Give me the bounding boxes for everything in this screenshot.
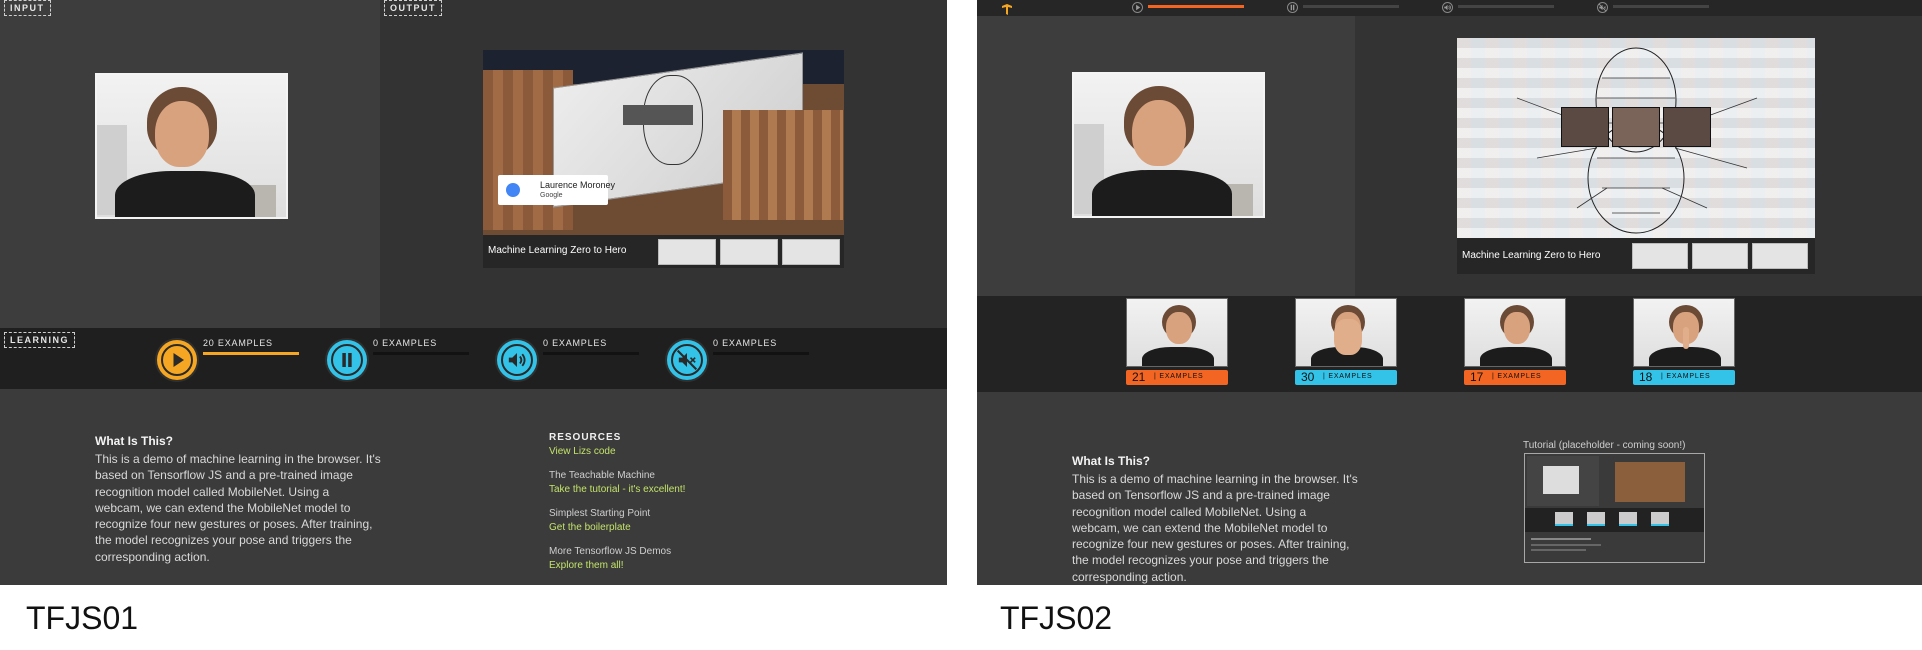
play-icon <box>161 344 193 376</box>
learning-tag: LEARNING <box>4 332 75 348</box>
example-count-badge: 30 | EXAMPLES <box>1295 370 1397 385</box>
play-icon[interactable] <box>1132 2 1143 13</box>
output-video: Laurence Moroney Google Machine Learning… <box>483 50 844 268</box>
example-count: 17 <box>1470 370 1484 384</box>
tfjs01-screenshot: INPUT OUTPUT Laurence Moroney Google Mac… <box>0 0 947 585</box>
video-thumb[interactable] <box>1692 243 1748 269</box>
input-tag: INPUT <box>4 0 51 16</box>
example-thumbnail <box>1633 298 1735 367</box>
output-video: Machine Learning Zero to Hero <box>1457 38 1815 274</box>
speaker-name: Laurence Moroney <box>540 180 616 190</box>
example-label: | EXAMPLES <box>1492 373 1542 380</box>
tensorflow-logo-icon <box>1001 2 1013 15</box>
example-count-badge: 17 | EXAMPLES <box>1464 370 1566 385</box>
speaker-org: Google <box>540 192 563 199</box>
example-card[interactable]: 18 | EXAMPLES <box>1633 298 1735 388</box>
top-control-strip <box>977 0 1922 16</box>
volume-button[interactable] <box>497 340 537 380</box>
examples-count-label: 0 EXAMPLES <box>373 338 438 348</box>
examples-strip: 21 | EXAMPLES 30 | EXAMPLES 17 | EXAMPLES 18 | … <box>977 296 1922 392</box>
progress-track <box>1613 5 1709 8</box>
video-title: Machine Learning Zero to Hero <box>1462 250 1601 261</box>
example-count-badge: 21 | EXAMPLES <box>1126 370 1228 385</box>
progress-fill <box>203 352 299 355</box>
examples-count-label: 0 EXAMPLES <box>543 338 608 348</box>
webcam-feed <box>1072 72 1265 218</box>
video-thumb[interactable] <box>720 239 778 265</box>
play-button[interactable] <box>157 340 197 380</box>
example-card[interactable]: 30 | EXAMPLES <box>1295 298 1397 388</box>
volume-icon <box>501 344 533 376</box>
volume-icon[interactable] <box>1442 2 1453 13</box>
resources-section: RESOURCES View Lizs code The Teachable M… <box>549 432 809 571</box>
example-thumbnail <box>1464 298 1566 367</box>
teachable-link[interactable]: Take the tutorial - it's excellent! <box>549 484 809 495</box>
what-description: This is a demo of machine learning in th… <box>1072 472 1358 584</box>
webcam-feed <box>95 73 288 219</box>
video-thumb[interactable] <box>1632 243 1688 269</box>
video-footer: Machine Learning Zero to Hero <box>483 235 844 268</box>
progress-track <box>713 352 809 355</box>
tutorial-label: Tutorial (placeholder - coming soon!) <box>1523 440 1686 451</box>
video-thumb[interactable] <box>1752 243 1808 269</box>
what-is-this-section: What Is This? This is a demo of machine … <box>95 434 425 565</box>
progress-track <box>1148 5 1244 8</box>
examples-count-label: 20 EXAMPLES <box>203 338 273 348</box>
example-thumbnail <box>1126 298 1228 367</box>
teachable-label: The Teachable Machine <box>549 470 655 481</box>
progress-track <box>373 352 469 355</box>
example-card[interactable]: 21 | EXAMPLES <box>1126 298 1228 388</box>
example-count: 21 <box>1132 370 1146 384</box>
example-label: | EXAMPLES <box>1323 373 1373 380</box>
caption-tfjs01: TFJS01 <box>26 600 139 636</box>
example-label: | EXAMPLES <box>1661 373 1711 380</box>
pause-icon[interactable] <box>1287 2 1298 13</box>
more-demos-label: More Tensorflow JS Demos <box>549 546 672 557</box>
example-count: 18 <box>1639 370 1653 384</box>
video-thumb[interactable] <box>658 239 716 265</box>
learning-bar: LEARNING 20 EXAMPLES 0 EXAMPLES 0 EXAMPLES… <box>0 328 947 389</box>
view-code-link[interactable]: View Lizs code <box>549 446 809 457</box>
video-footer: Machine Learning Zero to Hero <box>1457 238 1815 274</box>
what-heading: What Is This? <box>95 434 173 448</box>
example-label: | EXAMPLES <box>1154 373 1204 380</box>
boilerplate-link[interactable]: Get the boilerplate <box>549 522 809 533</box>
mute-button[interactable] <box>667 340 707 380</box>
resources-heading: RESOURCES <box>549 432 622 443</box>
example-count: 30 <box>1301 370 1315 384</box>
example-card[interactable]: 17 | EXAMPLES <box>1464 298 1566 388</box>
progress-track <box>203 352 299 355</box>
what-is-this-section: What Is This? This is a demo of machine … <box>1072 454 1402 585</box>
progress-track <box>1303 5 1399 8</box>
caption-tfjs02: TFJS02 <box>1000 600 1113 636</box>
what-heading: What Is This? <box>1072 454 1150 468</box>
output-tag: OUTPUT <box>384 0 442 16</box>
mute-icon[interactable] <box>1597 2 1608 13</box>
mute-icon <box>671 344 703 376</box>
simplest-label: Simplest Starting Point <box>549 508 651 519</box>
video-title: Machine Learning Zero to Hero <box>488 245 627 256</box>
progress-track <box>1458 5 1554 8</box>
tfjs02-screenshot: Machine Learning Zero to Hero 21 | EXAMPL… <box>977 0 1922 585</box>
progress-fill <box>1148 5 1244 8</box>
example-thumbnail <box>1295 298 1397 367</box>
tutorial-preview[interactable] <box>1524 453 1705 563</box>
example-count-badge: 18 | EXAMPLES <box>1633 370 1735 385</box>
video-thumb[interactable] <box>782 239 840 265</box>
examples-count-label: 0 EXAMPLES <box>713 338 778 348</box>
explore-link[interactable]: Explore them all! <box>549 560 809 571</box>
speaker-lower-third: Laurence Moroney Google <box>498 175 615 205</box>
what-description: This is a demo of machine learning in th… <box>95 452 381 564</box>
pause-button[interactable] <box>327 340 367 380</box>
pause-icon <box>331 344 363 376</box>
progress-track <box>543 352 639 355</box>
